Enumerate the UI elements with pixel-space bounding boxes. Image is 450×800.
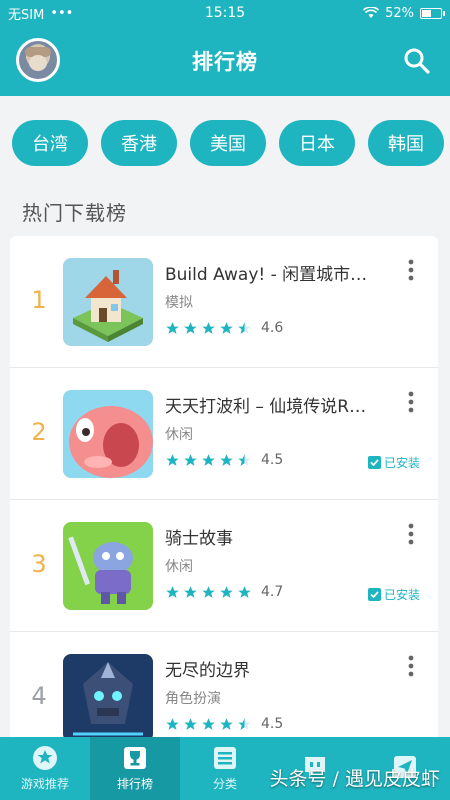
star-icon (33, 746, 57, 770)
region-chip-japan[interactable]: 日本 (279, 120, 355, 166)
app-category: 模拟 (165, 295, 193, 311)
list-icon (214, 747, 236, 769)
check-icon (367, 588, 381, 601)
app-ranking-list: 1 Build Away! - 闲置城市… 模拟 4.6 2 天天打波利 – 仙… (10, 236, 438, 764)
trophy-icon (124, 747, 146, 769)
region-chip-taiwan[interactable]: 台湾 (12, 120, 88, 166)
star-icon (166, 453, 179, 466)
star-icon (184, 717, 197, 730)
star-icon (220, 453, 233, 466)
rating-value: 4.5 (261, 716, 284, 732)
app-category: 角色扮演 (165, 691, 221, 707)
app-name: 天天打波利 – 仙境传说R… (165, 397, 367, 417)
star-icon (202, 585, 215, 598)
list-item[interactable]: 3 骑士故事 休闲 4.7 已安装 (10, 500, 438, 632)
star-icon (166, 321, 179, 334)
section-title: 热门下载榜 (22, 201, 127, 225)
rank-number: 3 (31, 550, 47, 578)
star-icon (202, 321, 215, 334)
rating-value: 4.7 (261, 584, 284, 600)
star-icon (184, 453, 197, 466)
list-item[interactable]: 1 Build Away! - 闲置城市… 模拟 4.6 (10, 236, 438, 368)
star-icon (202, 717, 215, 730)
avatar[interactable] (16, 38, 60, 82)
app-icon (63, 390, 153, 478)
rank-number: 2 (31, 418, 47, 446)
region-chip-korea[interactable]: 韩国 (368, 120, 444, 166)
check-icon (367, 456, 381, 469)
app-category: 休闲 (165, 427, 193, 443)
battery-icon (420, 7, 445, 19)
app-name: 骑士故事 (165, 529, 233, 549)
star-icon (166, 717, 179, 730)
rating-value: 4.6 (261, 320, 284, 336)
app-category: 休闲 (165, 559, 193, 575)
list-item[interactable]: 2 天天打波利 – 仙境传说R… 休闲 4.5 已安装 (10, 368, 438, 500)
star-icon (166, 585, 179, 598)
rating-value: 4.5 (261, 452, 284, 468)
installed-badge: 已安装 (367, 586, 420, 603)
region-filter: 台湾 香港 美国 日本 韩国 (12, 120, 450, 166)
star-icon (202, 453, 215, 466)
region-chip-hongkong[interactable]: 香港 (101, 120, 177, 166)
half-star-icon (238, 321, 251, 334)
star-icon (238, 585, 251, 598)
wifi-icon (363, 7, 380, 18)
star-rating: 4.7 (165, 584, 283, 600)
status-bar: 无SIM ••• 15:15 52% (0, 0, 450, 26)
more-options-icon[interactable] (404, 258, 418, 282)
app-icon (63, 654, 153, 742)
nav-label: 排行榜 (116, 777, 153, 791)
installed-label: 已安装 (383, 588, 420, 602)
installed-label: 已安装 (383, 456, 420, 470)
app-icon (63, 258, 153, 346)
app-name: Build Away! - 闲置城市… (165, 265, 368, 285)
nav-item-ranking[interactable]: 排行榜 (90, 737, 180, 800)
half-star-icon (238, 453, 251, 466)
installed-badge: 已安装 (367, 454, 420, 471)
watermark: 头条号 / 遇见皮皮虾 (269, 768, 440, 790)
star-icon (220, 321, 233, 334)
nav-item-recommend[interactable]: 游戏推荐 (0, 737, 90, 800)
star-icon (220, 717, 233, 730)
star-rating: 4.5 (165, 452, 283, 468)
rank-number: 1 (31, 286, 47, 314)
more-options-icon[interactable] (404, 522, 418, 546)
star-rating: 4.5 (165, 716, 283, 732)
app-name: 无尽的边界 (165, 661, 250, 681)
star-icon (184, 321, 197, 334)
half-star-icon (238, 717, 251, 730)
search-icon[interactable] (402, 46, 432, 76)
more-options-icon[interactable] (404, 654, 418, 678)
nav-item-category[interactable]: 分类 (180, 737, 270, 800)
rank-number: 4 (31, 682, 47, 710)
nav-label: 游戏推荐 (20, 777, 69, 791)
page-title: 排行榜 (192, 50, 258, 74)
more-options-icon[interactable] (404, 390, 418, 414)
region-chip-usa[interactable]: 美国 (190, 120, 266, 166)
battery-percent: 52% (385, 5, 414, 21)
nav-label: 分类 (212, 777, 237, 791)
star-icon (220, 585, 233, 598)
app-icon (63, 522, 153, 610)
star-rating: 4.6 (165, 320, 283, 336)
star-icon (184, 585, 197, 598)
app-bar: 排行榜 (0, 26, 450, 96)
